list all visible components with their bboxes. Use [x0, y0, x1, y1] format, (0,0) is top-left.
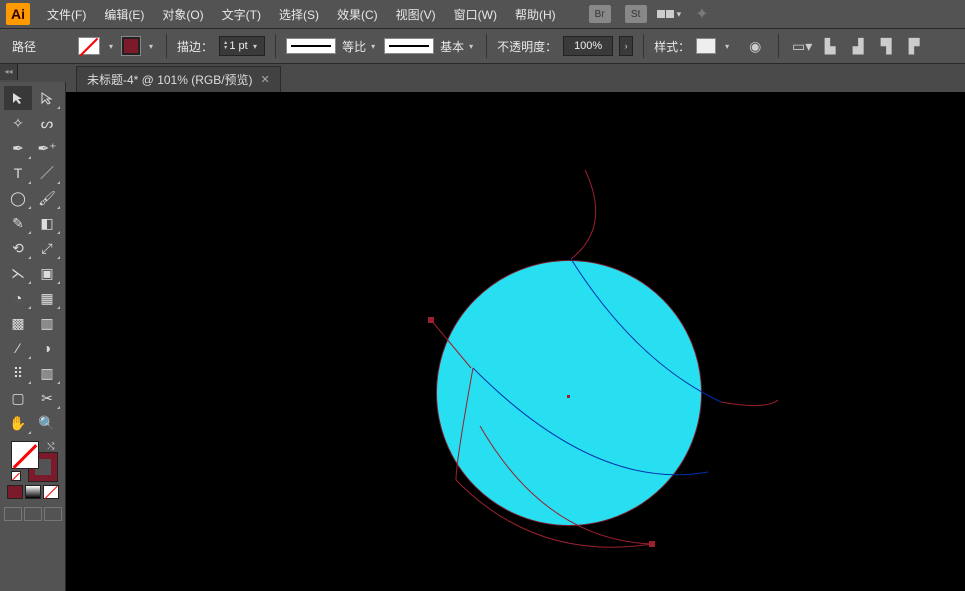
graphic-style-swatch[interactable] [696, 38, 716, 54]
direct-selection-tool[interactable] [33, 86, 61, 110]
align-center-icon[interactable]: ▟ [849, 37, 867, 55]
stroke-dropdown-icon[interactable]: ▾ [146, 42, 156, 51]
width-profile-label: 等比▾ [342, 38, 378, 55]
style-label: 样式： [654, 38, 690, 55]
app-logo: Ai [6, 3, 30, 25]
eraser-tool[interactable]: ◧ [33, 211, 61, 235]
anchor-point-2[interactable] [649, 541, 655, 547]
opacity-label[interactable]: 不透明度： [497, 38, 557, 55]
magic-wand-tool[interactable]: ✧ [4, 111, 32, 135]
panel-collapse-handle[interactable]: ◂◂ [0, 64, 18, 80]
color-mode-none[interactable] [43, 485, 59, 499]
paintbrush-tool[interactable]: 🖌 [33, 186, 61, 210]
default-fill-stroke-icon[interactable] [11, 471, 21, 481]
slice-tool[interactable]: ✂ [33, 386, 61, 410]
handle-line-1 [431, 320, 471, 368]
stroke-weight-value: 1 pt [229, 40, 247, 52]
blend-tool[interactable]: ◑ [33, 336, 61, 360]
menu-window[interactable]: 窗口(W) [447, 3, 504, 26]
lasso-tool[interactable]: ᔕ [33, 111, 61, 135]
variable-width-profile[interactable] [286, 38, 336, 54]
center-point [567, 395, 570, 398]
align-bottom-icon[interactable]: ▛ [905, 37, 923, 55]
document-tab[interactable]: 未标题-4* @ 101% (RGB/预览) ✕ [76, 66, 281, 92]
menu-type[interactable]: 文字(T) [215, 3, 268, 26]
color-mode-gradient[interactable] [25, 485, 41, 499]
hand-tool[interactable]: ✋ [4, 411, 32, 435]
line-segment-tool[interactable]: ／ [33, 161, 61, 185]
selected-curve-left [456, 368, 473, 480]
stroke-weight-input[interactable]: ▴▾ 1 pt ▾ [219, 36, 265, 56]
width-tool[interactable]: ⋋ [4, 261, 32, 285]
document-tab-title: 未标题-4* @ 101% (RGB/预览) [87, 71, 253, 88]
menu-view[interactable]: 视图(V) [389, 3, 443, 26]
menu-object[interactable]: 对象(O) [155, 3, 210, 26]
fill-dropdown-icon[interactable]: ▾ [106, 42, 116, 51]
fill-stroke-control[interactable]: ⤭ [9, 441, 57, 481]
tools-panel: ✧ ᔕ ✒ ✒⁺ T ／ ◯ 🖌 ✎ ◧ ⟲ ⤢ ⋋ ▣ ◔ ▦ ▩ ▥ ⁄ ◑… [0, 82, 66, 591]
curve-stroke-2 [473, 368, 708, 475]
menu-effect[interactable]: 效果(C) [330, 3, 385, 26]
selected-curve-bottom [456, 480, 652, 547]
canvas-area[interactable] [66, 92, 965, 591]
stock-button[interactable]: St [625, 5, 647, 23]
scale-tool[interactable]: ⤢ [33, 236, 61, 260]
application-menu-bar: Ai 文件(F) 编辑(E) 对象(O) 文字(T) 选择(S) 效果(C) 视… [0, 0, 965, 28]
brush-definition[interactable] [384, 38, 434, 54]
align-to-icon[interactable]: ▭▾ [793, 37, 811, 55]
mesh-tool[interactable]: ▩ [4, 311, 32, 335]
shape-builder-tool[interactable]: ◔ [4, 286, 32, 310]
curvature-tool[interactable]: ✒⁺ [33, 136, 61, 160]
selection-type-label: 路径 [12, 38, 36, 55]
stroke-label[interactable]: 描边： [177, 38, 213, 55]
artboard-tool[interactable]: ▢ [4, 386, 32, 410]
eyedropper-tool[interactable]: ⁄ [4, 336, 32, 360]
color-mode-solid[interactable] [7, 485, 23, 499]
selected-path-tail-top [571, 170, 596, 259]
opacity-input[interactable]: 100% [563, 36, 613, 56]
selected-curve-bottom-2 [480, 426, 652, 544]
free-transform-tool[interactable]: ▣ [33, 261, 61, 285]
gradient-tool[interactable]: ▥ [33, 311, 61, 335]
selected-path-tail-right [721, 400, 778, 406]
menu-edit[interactable]: 编辑(E) [97, 3, 151, 26]
draw-normal-icon[interactable] [4, 507, 22, 521]
menu-file[interactable]: 文件(F) [40, 3, 93, 26]
anchor-point-1[interactable] [428, 317, 434, 323]
arrange-documents-button[interactable]: ▾ [657, 9, 682, 20]
align-left-icon[interactable]: ▙ [821, 37, 839, 55]
draw-mode-row [4, 507, 62, 521]
fill-swatch[interactable] [78, 37, 100, 55]
curve-stroke-1 [571, 259, 721, 402]
type-tool[interactable]: T [4, 161, 32, 185]
menu-help[interactable]: 帮助(H) [508, 3, 563, 26]
opacity-popup-icon[interactable]: › [619, 36, 633, 56]
swap-fill-stroke-icon[interactable]: ⤭ [47, 441, 54, 452]
rotate-tool[interactable]: ⟲ [4, 236, 32, 260]
sync-icon[interactable]: ✦ [695, 4, 708, 24]
brush-definition-label: 基本▾ [440, 38, 476, 55]
ellipse-tool[interactable]: ◯ [4, 186, 32, 210]
perspective-grid-tool[interactable]: ▦ [33, 286, 61, 310]
stroke-swatch[interactable] [122, 37, 140, 55]
control-bar: 路径 ▾ ▾ 描边： ▴▾ 1 pt ▾ 等比▾ 基本▾ 不透明度： 100% … [0, 28, 965, 64]
align-right-icon[interactable]: ▜ [877, 37, 895, 55]
pen-tool[interactable]: ✒ [4, 136, 32, 160]
color-mode-row [7, 485, 59, 499]
pencil-tool[interactable]: ✎ [4, 211, 32, 235]
bridge-button[interactable]: Br [589, 5, 611, 23]
symbol-sprayer-tool[interactable]: ⠿ [4, 361, 32, 385]
draw-behind-icon[interactable] [24, 507, 42, 521]
document-tab-strip: 未标题-4* @ 101% (RGB/预览) ✕ [76, 66, 281, 92]
zoom-tool[interactable]: 🔍 [33, 411, 61, 435]
recolor-artwork-icon[interactable]: ◉ [746, 37, 764, 55]
draw-inside-icon[interactable] [44, 507, 62, 521]
selection-overlay [66, 92, 965, 591]
fill-color-box[interactable] [11, 441, 39, 469]
close-tab-icon[interactable]: ✕ [261, 73, 270, 86]
column-graph-tool[interactable]: ▥ [33, 361, 61, 385]
selection-tool[interactable] [4, 86, 32, 110]
menu-select[interactable]: 选择(S) [272, 3, 326, 26]
style-dropdown-icon[interactable]: ▾ [722, 42, 732, 51]
